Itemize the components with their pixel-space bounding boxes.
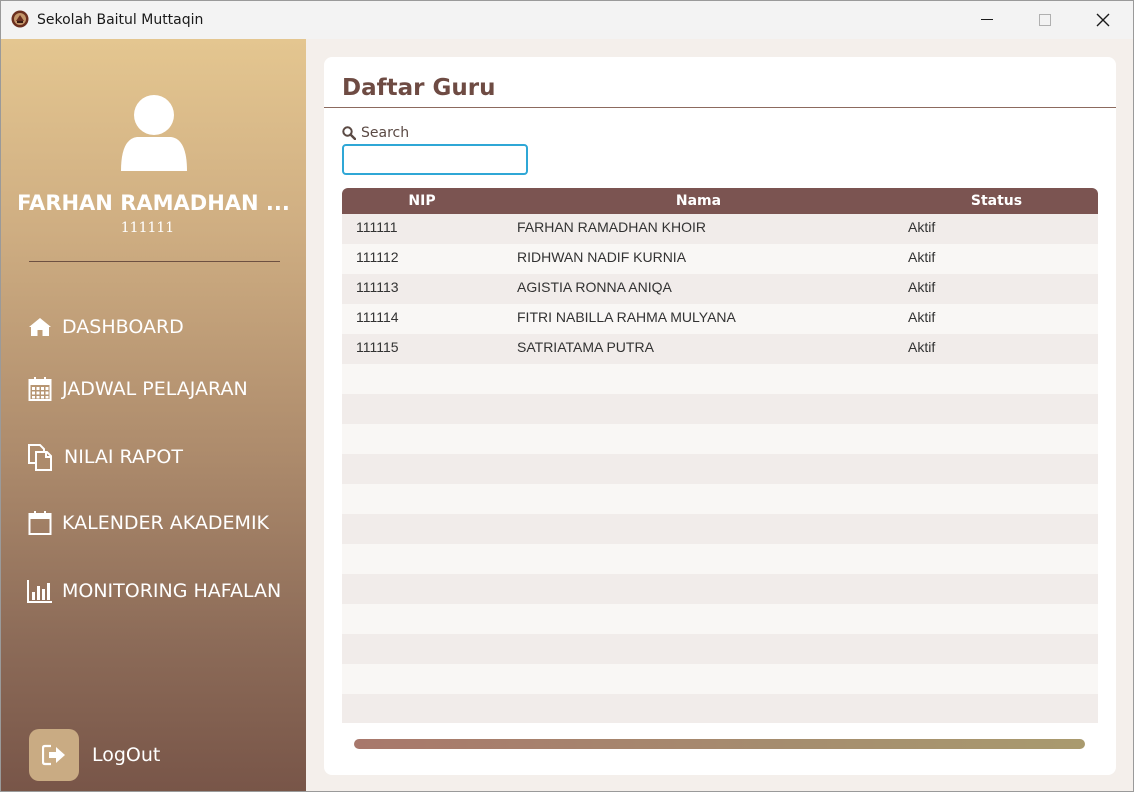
table-row (342, 634, 1098, 664)
user-name: FARHAN RAMADHAN ... (17, 191, 290, 215)
cell-status: Aktif (908, 219, 936, 235)
table-row (342, 454, 1098, 484)
cell-status: Aktif (908, 249, 936, 265)
column-header-nip[interactable]: NIP (342, 188, 502, 214)
teacher-table: NIP Nama Status 111111 FARHAN RAMADHAN KH… (342, 188, 1098, 723)
sidebar: FARHAN RAMADHAN ... 111111 DASHBOARD JAD… (1, 39, 306, 791)
window-title: Sekolah Baitul Muttaqin (37, 12, 204, 28)
sidebar-item-jadwal-pelajaran[interactable]: JADWAL PELAJARAN (27, 372, 248, 406)
calendar-grid-icon (27, 376, 53, 402)
column-header-status[interactable]: Status (895, 188, 1098, 214)
table-row (342, 574, 1098, 604)
sidebar-item-label: JADWAL PELAJARAN (62, 378, 248, 400)
title-divider (324, 107, 1116, 108)
calendar-icon (27, 510, 53, 536)
table-row[interactable]: 111115 SATRIATAMA PUTRA Aktif (342, 334, 1098, 364)
home-icon (27, 314, 53, 340)
cell-nip: 111114 (356, 309, 399, 325)
cell-nip: 111115 (356, 339, 399, 355)
page-title: Daftar Guru (342, 75, 496, 101)
maximize-button[interactable] (1016, 1, 1074, 39)
documents-icon (27, 444, 53, 471)
search-label: Search (342, 125, 409, 141)
user-avatar-icon (121, 95, 187, 171)
title-bar: Sekolah Baitul Muttaqin (1, 1, 1133, 39)
sidebar-item-nilai-rapot[interactable]: NILAI RAPOT (27, 440, 183, 474)
table-row (342, 664, 1098, 694)
horizontal-scrollbar[interactable] (354, 739, 1085, 749)
sidebar-item-label: MONITORING HAFALAN (62, 580, 282, 602)
logout-label: LogOut (92, 744, 161, 766)
sidebar-item-dashboard[interactable]: DASHBOARD (27, 310, 184, 344)
maximize-icon (1039, 14, 1051, 26)
table-row[interactable]: 111114 FITRI NABILLA RAHMA MULYANA Aktif (342, 304, 1098, 334)
close-button[interactable] (1074, 1, 1132, 39)
table-row (342, 544, 1098, 574)
search-label-text: Search (361, 125, 410, 141)
table-row (342, 604, 1098, 634)
search-input[interactable] (342, 144, 528, 175)
main-area: Daftar Guru Search NIP Nama Status 11111… (306, 39, 1133, 791)
minimize-button[interactable] (958, 1, 1016, 39)
sign-out-icon (42, 744, 65, 766)
table-row (342, 424, 1098, 454)
table-row (342, 514, 1098, 544)
minimize-icon (981, 19, 993, 20)
content-card: Daftar Guru Search NIP Nama Status 11111… (324, 57, 1116, 775)
sidebar-item-label: KALENDER AKADEMIK (62, 512, 270, 534)
app-logo-icon (11, 10, 29, 28)
table-row (342, 484, 1098, 514)
cell-nama: FARHAN RAMADHAN KHOIR (517, 219, 707, 235)
cell-nip: 111113 (356, 279, 399, 295)
table-row[interactable]: 111113 AGISTIA RONNA ANIQA Aktif (342, 274, 1098, 304)
close-icon (1096, 13, 1110, 27)
table-row (342, 364, 1098, 394)
user-nip: 111111 (120, 220, 175, 236)
table-row[interactable]: 111112 RIDHWAN NADIF KURNIA Aktif (342, 244, 1098, 274)
logout-icon-button[interactable] (29, 729, 79, 781)
table-row (342, 694, 1098, 723)
bar-chart-icon (27, 578, 53, 604)
cell-nama: AGISTIA RONNA ANIQA (517, 279, 672, 295)
cell-nip: 111111 (356, 219, 398, 235)
table-header: NIP Nama Status (342, 188, 1098, 214)
sidebar-divider (29, 261, 280, 262)
search-icon (342, 126, 356, 140)
cell-nama: SATRIATAMA PUTRA (517, 339, 654, 355)
cell-status: Aktif (908, 309, 936, 325)
table-row[interactable]: 111111 FARHAN RAMADHAN KHOIR Aktif (342, 214, 1098, 244)
sidebar-item-monitoring-hafalan[interactable]: MONITORING HAFALAN (27, 574, 281, 608)
cell-status: Aktif (908, 279, 936, 295)
app-window: Sekolah Baitul Muttaqin FARHAN RAMADHAN … (0, 0, 1134, 792)
column-header-nama[interactable]: Nama (502, 188, 895, 214)
sidebar-item-label: NILAI RAPOT (64, 446, 183, 468)
logout-button[interactable]: LogOut (29, 729, 160, 781)
table-row (342, 394, 1098, 424)
cell-status: Aktif (908, 339, 936, 355)
sidebar-item-label: DASHBOARD (62, 316, 184, 338)
sidebar-item-kalender-akademik[interactable]: KALENDER AKADEMIK (27, 506, 269, 540)
cell-nip: 111112 (356, 249, 399, 265)
cell-nama: FITRI NABILLA RAHMA MULYANA (517, 309, 736, 325)
cell-nama: RIDHWAN NADIF KURNIA (517, 249, 687, 265)
